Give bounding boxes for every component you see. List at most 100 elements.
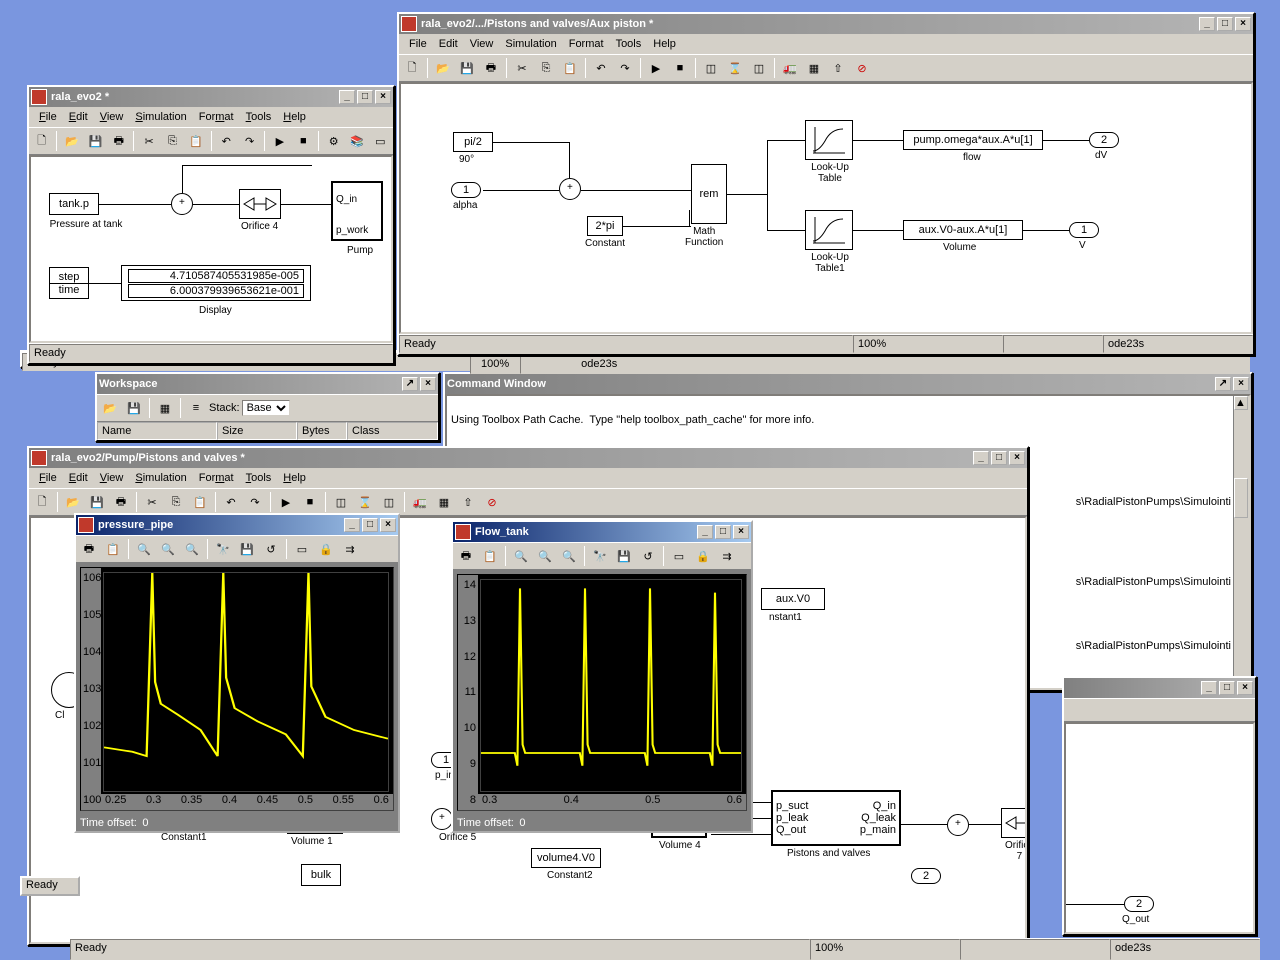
menu-tools[interactable]: Tools	[240, 470, 278, 486]
menu-format[interactable]: Format	[563, 36, 610, 52]
max-button[interactable]: □	[991, 451, 1007, 465]
autoscale-icon[interactable]: 🔭	[212, 538, 234, 560]
copy-icon[interactable]: ⎘	[535, 57, 557, 79]
play-icon[interactable]: ▶	[645, 57, 667, 79]
stop-icon[interactable]: ■	[669, 57, 691, 79]
open-icon[interactable]: 📂	[432, 57, 454, 79]
redo-icon[interactable]: ↷	[614, 57, 636, 79]
sum-block[interactable]	[431, 808, 453, 830]
col-name[interactable]: Name	[97, 422, 217, 440]
zoom-icon[interactable]: 🔍	[133, 538, 155, 560]
col-bytes[interactable]: Bytes	[297, 422, 347, 440]
restore-icon[interactable]: ↺	[260, 538, 282, 560]
menu-edit[interactable]: Edit	[63, 470, 94, 486]
up-icon[interactable]: ⇧	[827, 57, 849, 79]
scope2-titlebar[interactable]: Flow_tank _□×	[453, 522, 751, 542]
bulk-block[interactable]: bulk	[301, 864, 341, 886]
model-icon[interactable]: ▦	[803, 57, 825, 79]
autoscale-icon[interactable]: 🔭	[589, 545, 611, 567]
print-icon[interactable]: 🖶	[108, 130, 129, 152]
twopi-block[interactable]: 2*pi	[587, 216, 623, 236]
debug-icon[interactable]: ⊘	[851, 57, 873, 79]
menu-simulation[interactable]: Simulation	[129, 470, 192, 486]
v4v0-block[interactable]: volume4.V0	[531, 848, 601, 868]
play-icon[interactable]: ▶	[269, 130, 290, 152]
undock-button[interactable]: ↗	[1215, 377, 1231, 391]
orifice-block[interactable]	[239, 189, 281, 219]
winr-canvas[interactable]: 2 Q_out	[1064, 722, 1255, 934]
sig-icon[interactable]: ⇉	[339, 538, 361, 560]
save-icon[interactable]: 💾	[613, 545, 635, 567]
display-block[interactable]: 4.710587405531985e-005 6.000379939653621…	[121, 265, 311, 301]
cut-icon[interactable]: ✂	[141, 491, 163, 513]
print-icon[interactable]: 🖶	[480, 57, 502, 79]
undo-icon[interactable]: ↶	[216, 130, 237, 152]
menu-format[interactable]: Format	[193, 109, 240, 125]
redo-icon[interactable]: ↷	[239, 130, 260, 152]
scope2-plot[interactable]: 141312111098 0.30.40.50.6	[457, 574, 747, 811]
flow-expr-block[interactable]: pump.omega*aux.A*u[1]	[903, 130, 1043, 150]
min-button[interactable]: _	[344, 518, 360, 532]
close-button[interactable]: ×	[1235, 17, 1251, 31]
paste-icon[interactable]: 📋	[189, 491, 211, 513]
max-button[interactable]: □	[362, 518, 378, 532]
workspace-titlebar[interactable]: Workspace ↗×	[97, 374, 438, 394]
lib-icon[interactable]: 📚	[346, 130, 367, 152]
zoomy-icon[interactable]: 🔍	[181, 538, 203, 560]
win1-titlebar[interactable]: rala_evo2 * _□×	[29, 87, 393, 107]
open-icon[interactable]: 📂	[62, 491, 84, 513]
menu-simulation[interactable]: Simulation	[499, 36, 562, 52]
redo-icon[interactable]: ↷	[244, 491, 266, 513]
col-size[interactable]: Size	[217, 422, 297, 440]
save-icon[interactable]: 💾	[456, 57, 478, 79]
grid-icon[interactable]: ▦	[154, 397, 176, 419]
model-icon[interactable]: ▦	[433, 491, 455, 513]
undo-icon[interactable]: ↶	[220, 491, 242, 513]
zoomx-icon[interactable]: 🔍	[534, 545, 556, 567]
save-icon[interactable]: 💾	[123, 397, 145, 419]
win2-titlebar[interactable]: rala_evo2/.../Pistons and valves/Aux pis…	[399, 14, 1253, 34]
auxv0-block[interactable]: aux.V0	[761, 588, 825, 610]
max-button[interactable]: □	[1219, 681, 1235, 695]
lib-icon[interactable]: 🚛	[409, 491, 431, 513]
vol-expr-block[interactable]: aux.V0-aux.A*u[1]	[903, 220, 1023, 240]
close-button[interactable]: ×	[1009, 451, 1025, 465]
new-icon[interactable]: 🗋	[31, 130, 52, 152]
sum-block[interactable]	[559, 178, 581, 200]
sig-icon[interactable]: ⇉	[716, 545, 738, 567]
debug-icon[interactable]: ⊘	[481, 491, 503, 513]
scrollbar[interactable]: ▲	[1233, 396, 1249, 688]
b1-icon[interactable]: ◫	[700, 57, 722, 79]
build-icon[interactable]: ⚙	[323, 130, 344, 152]
menu-view[interactable]: View	[94, 109, 130, 125]
lib-icon[interactable]: 🚛	[779, 57, 801, 79]
orifice7-block[interactable]	[1001, 808, 1027, 838]
outport-dv[interactable]: 2	[1089, 132, 1119, 148]
cut-icon[interactable]: ✂	[511, 57, 533, 79]
close-button[interactable]: ×	[1237, 681, 1253, 695]
scope1-titlebar[interactable]: pressure_pipe _□×	[76, 515, 398, 535]
menu-file[interactable]: File	[33, 470, 63, 486]
b3-icon[interactable]: ◫	[378, 491, 400, 513]
menu-edit[interactable]: Edit	[433, 36, 464, 52]
open-icon[interactable]: 📂	[99, 397, 121, 419]
float-icon[interactable]: ▭	[291, 538, 313, 560]
save-icon[interactable]: 💾	[86, 491, 108, 513]
outport-qout[interactable]: 2	[1124, 896, 1154, 912]
lock-icon[interactable]: 🔒	[315, 538, 337, 560]
inport-alpha[interactable]: 1	[451, 182, 481, 198]
menu-help[interactable]: Help	[277, 470, 312, 486]
b1-icon[interactable]: ◫	[330, 491, 352, 513]
min-button[interactable]: _	[973, 451, 989, 465]
lut-block[interactable]	[805, 120, 853, 160]
stop-icon[interactable]: ■	[293, 130, 314, 152]
const-port[interactable]: 2	[911, 868, 941, 884]
win2-canvas[interactable]: pi/2 90° 1 alpha 2*pi Constant rem Math …	[399, 82, 1253, 334]
min-button[interactable]: _	[1201, 681, 1217, 695]
zoomy-icon[interactable]: 🔍	[558, 545, 580, 567]
restore-icon[interactable]: ↺	[637, 545, 659, 567]
copy-icon[interactable]: ⎘	[165, 491, 187, 513]
close-button[interactable]: ×	[375, 90, 391, 104]
mathfn-block[interactable]: rem	[691, 164, 727, 224]
up-icon[interactable]: ⇧	[457, 491, 479, 513]
